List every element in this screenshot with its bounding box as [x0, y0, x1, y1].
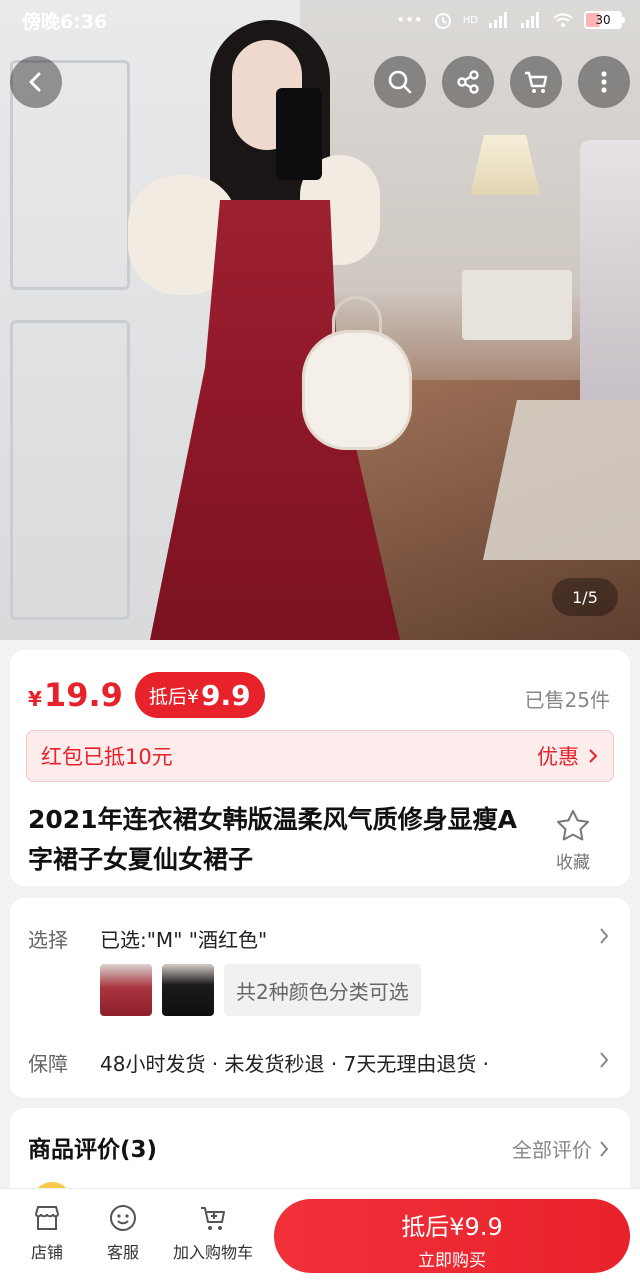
shop-button[interactable]: 店铺 [22, 1203, 72, 1263]
bottom-bar: 店铺 客服 加入购物车 抵后¥9.9 立即购买 [0, 1188, 640, 1280]
coupon-text: 红包已抵10元 [41, 745, 173, 769]
cart-icon [525, 71, 548, 93]
chevron-right-icon [600, 1140, 609, 1157]
battery-icon: 30 [584, 11, 625, 29]
guarantee-key: 保障 [28, 1052, 68, 1076]
buy-price: 抵后¥9.9 [401, 1213, 503, 1241]
add-cart-icon [201, 1207, 225, 1230]
coupon-action-label: 优惠 [537, 745, 579, 769]
more-button[interactable] [578, 56, 630, 108]
price-currency: ¥ [28, 687, 42, 711]
buy-label: 立即购买 [418, 1251, 486, 1271]
share-icon [457, 70, 479, 94]
wall-panel [10, 320, 130, 620]
chevron-right-icon[interactable] [598, 1050, 610, 1070]
deal-value: 9.9 [200, 678, 251, 712]
color-thumb-red[interactable] [100, 964, 152, 1016]
status-bar: 傍晚6:36 ••• HD 30 [0, 0, 640, 40]
search-button[interactable] [374, 56, 426, 108]
deal-badge: 抵后¥ 9.9 [134, 672, 265, 718]
more-icon [601, 71, 607, 93]
guarantee-value: 48小时发货 · 未发货秒退 · 7天无理由退货 · [100, 1052, 490, 1076]
add-cart-button[interactable]: 加入购物车 [166, 1203, 260, 1263]
price-row: ¥ 19.9 抵后¥ 9.9 [28, 672, 265, 718]
price-card: ¥ 19.9 抵后¥ 9.9 已售25件 红包已抵10元 优惠 2021年连衣裙… [10, 650, 630, 886]
deal-label: 抵后¥ [148, 685, 199, 708]
wifi-icon [553, 13, 573, 27]
background-nightstand [462, 270, 572, 340]
buy-now-button[interactable]: 抵后¥9.9 立即购买 [274, 1199, 630, 1273]
background-bed [580, 140, 640, 400]
colors-note[interactable]: 共2种颜色分类可选 [224, 964, 421, 1016]
all-reviews-label: 全部评价 [512, 1138, 592, 1162]
back-button[interactable] [10, 56, 62, 108]
favorite-button[interactable]: 收藏 [538, 808, 608, 873]
dots-icon: ••• [396, 11, 423, 29]
model-phone [276, 88, 322, 180]
status-time: 傍晚6:36 [22, 10, 108, 33]
status-icons: ••• HD 30 [396, 10, 625, 30]
color-thumb-black[interactable] [162, 964, 214, 1016]
chevron-right-icon[interactable] [598, 926, 610, 946]
network-label: HD [462, 14, 478, 26]
shop-label: 店铺 [30, 1243, 63, 1262]
cart-button[interactable] [510, 56, 562, 108]
star-icon [557, 810, 589, 841]
chevron-right-icon [589, 749, 598, 763]
image-pager: 1/5 [552, 578, 618, 616]
coupon-bar[interactable]: 红包已抵10元 优惠 [26, 730, 614, 782]
service-button[interactable]: 客服 [98, 1203, 148, 1263]
price: ¥ 19.9 [28, 676, 123, 714]
white-bag [302, 330, 412, 450]
price-value: 19.9 [43, 676, 123, 714]
signal-icon [521, 12, 539, 28]
product-title: 2021年连衣裙女韩版温柔风气质修身显瘦A字裙子女夏仙女裙子 [28, 805, 517, 874]
color-thumbnails: 共2种颜色分类可选 [100, 964, 421, 1016]
alarm-icon [434, 13, 451, 29]
chat-face-icon [110, 1205, 136, 1231]
review-title: 商品评价(3) [28, 1137, 158, 1163]
shop-icon [35, 1206, 59, 1230]
all-reviews-link[interactable]: 全部评价 [512, 1134, 610, 1163]
signal-icon [489, 12, 507, 28]
select-value: 已选:"M" "酒红色" [100, 928, 268, 952]
service-label: 客服 [106, 1243, 139, 1262]
coupon-action[interactable]: 优惠 [537, 741, 599, 771]
favorite-label: 收藏 [556, 853, 590, 873]
chevron-left-icon [29, 72, 41, 92]
select-key: 选择 [28, 928, 68, 952]
search-icon [388, 70, 412, 94]
spec-card: 选择 已选:"M" "酒红色" 共2种颜色分类可选 保障 48小时发货 · 未发… [10, 898, 630, 1098]
guarantee-row[interactable]: 保障 48小时发货 · 未发货秒退 · 7天无理由退货 · [28, 1048, 489, 1077]
sold-count: 已售25件 [524, 688, 610, 712]
add-cart-label: 加入购物车 [172, 1243, 253, 1262]
share-button[interactable] [442, 56, 494, 108]
select-row[interactable]: 选择 已选:"M" "酒红色" [28, 924, 267, 953]
